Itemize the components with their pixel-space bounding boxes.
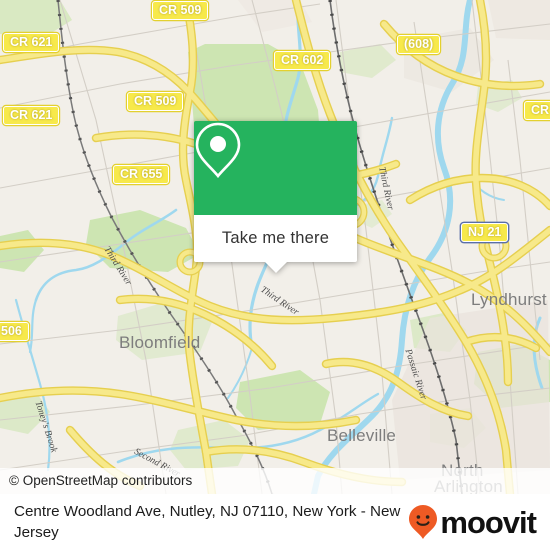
place-label: Lyndhurst bbox=[471, 290, 547, 309]
map-canvas[interactable]: Lyndhurst Bloomfield Belleville North Ar… bbox=[0, 0, 550, 494]
location-popup[interactable]: Take me there bbox=[194, 121, 357, 273]
take-me-there-button[interactable]: Take me there bbox=[194, 215, 357, 262]
highway-shield: CR 509 bbox=[127, 92, 184, 111]
address-title: Centre Woodland Ave, Nutley, NJ 07110, N… bbox=[14, 503, 401, 541]
highway-shield: CR 621 bbox=[3, 106, 60, 125]
highway-shield: (608) bbox=[397, 35, 441, 54]
take-me-there-label: Take me there bbox=[221, 229, 330, 247]
highway-shield: CR 655 bbox=[113, 165, 170, 184]
moovit-wordmark: moovit bbox=[440, 504, 537, 540]
highway-shield: NJ 21 bbox=[461, 223, 509, 242]
highway-shield: CR 5 bbox=[524, 101, 550, 120]
popup-pointer bbox=[264, 262, 287, 273]
map-screenshot: Lyndhurst Bloomfield Belleville North Ar… bbox=[0, 0, 550, 550]
moovit-pin-icon bbox=[409, 505, 438, 539]
footer-bar: Centre Woodland Ave, Nutley, NJ 07110, N… bbox=[0, 494, 550, 550]
highway-shield: CR 621 bbox=[3, 33, 60, 52]
place-label: Belleville bbox=[327, 426, 397, 445]
highway-shield: CR 509 bbox=[152, 1, 209, 20]
map-pin-icon bbox=[195, 122, 241, 179]
popup-header bbox=[194, 121, 357, 215]
moovit-logo[interactable]: moovit bbox=[408, 504, 550, 540]
place-label: Bloomfield bbox=[119, 333, 201, 352]
highway-shield: CR 602 bbox=[274, 51, 331, 70]
highway-shield: 506 bbox=[0, 322, 29, 341]
osm-attribution[interactable]: © OpenStreetMap contributors bbox=[0, 468, 550, 494]
